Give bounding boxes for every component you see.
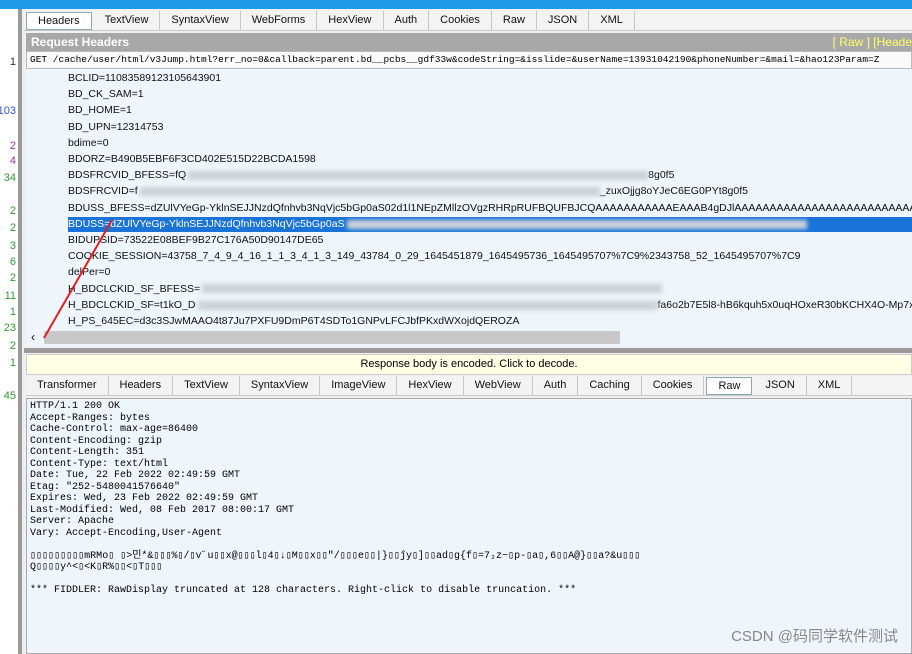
header-row[interactable]: BD_HOME=1: [68, 103, 132, 118]
session-list-gutter: 1 103 2 4 34 2 2 3 6 2 11 1 23 2 1 45: [0, 9, 22, 654]
header-text: COOKIE_SESSION=43758_7_4_9_4_16_1_1_3_4_…: [68, 250, 801, 263]
gutter-number: 34: [3, 172, 16, 184]
header-row[interactable]: BDUSS=dZUlVYeGp-YklnSEJJNzdQfnhvb3NqVjc5…: [68, 216, 912, 232]
header-text: delPer=0: [68, 266, 111, 279]
header-row[interactable]: BDSFRCVID_BFESS=fQ 8g0f5: [68, 168, 674, 183]
response-tabs: Transformer Headers TextView SyntaxView Imag…: [26, 376, 912, 396]
gutter-number: 103: [0, 105, 16, 117]
gutter-number: 11: [4, 290, 16, 302]
header-text-tail: 8g0f5: [648, 169, 675, 182]
header-text-tail: _zuxOjjg8oYJeC6EG0PYt8g0f5: [599, 185, 748, 198]
tab-webview[interactable]: WebView: [464, 376, 533, 395]
gutter-number: 2: [9, 205, 16, 217]
tab-cookies[interactable]: Cookies: [429, 11, 492, 30]
header-row[interactable]: BDUSS_BFESS=dZUlVYeGp-YklnSEJJNzdQfnhvb3…: [68, 201, 912, 216]
redacted-region: [139, 187, 600, 197]
tab-transformer[interactable]: Transformer: [26, 376, 109, 395]
header-text: H_PS_645EC=d3c3SJwMAAO4t87Ju7PXFU9DmP6T4…: [68, 315, 520, 327]
header-text-tail: fa6o2b7E5l8-hB6kquh5x0uqHOxeR30bKCHX4O-M…: [657, 298, 912, 311]
pane-splitter[interactable]: [24, 348, 912, 353]
tab-auth[interactable]: Auth: [384, 11, 430, 30]
header-text: BDUSS=dZUlVYeGp-YklnSEJJNzdQfnhvb3NqVjc5…: [68, 217, 345, 230]
header-list: BCLID=11083589123105643901 BD_CK_SAM=1 BD_…: [26, 69, 912, 331]
header-text: BD_CK_SAM=1: [68, 88, 144, 101]
header-text: BDSFRCVID_BFESS=fQ: [68, 169, 187, 182]
header-text: BD_UPN=12314753: [68, 120, 164, 133]
gutter-number: 2: [9, 140, 16, 152]
header-row[interactable]: BDORZ=B490B5EBF6F3CD402E515D22BCDA1598: [68, 152, 316, 167]
tab-auth[interactable]: Auth: [533, 376, 579, 395]
tab-raw[interactable]: Raw: [706, 377, 753, 395]
redacted-region: [346, 219, 807, 229]
tab-cookies[interactable]: Cookies: [642, 376, 705, 395]
gutter-number: 3: [9, 240, 16, 252]
header-text: H_BDCLCKID_SF_BFESS=: [68, 282, 201, 295]
request-line: GET /cache/user/html/v3Jump.html?err_no=…: [26, 51, 912, 69]
request-headers-bar: Request Headers [ Raw ] [Heade: [26, 33, 912, 51]
header-text: BDSFRCVID=f: [68, 185, 138, 198]
request-tabs: Headers TextView SyntaxView WebForms HexView…: [24, 11, 912, 31]
tab-xml[interactable]: XML: [589, 11, 635, 30]
watermark: CSDN @码同学软件测试: [731, 628, 898, 645]
gutter-number: 1: [9, 306, 16, 318]
header-text: BDORZ=B490B5EBF6F3CD402E515D22BCDA1598: [68, 153, 316, 165]
header-text: H_BDCLCKID_SF=t1kO_D: [68, 298, 196, 311]
tab-xml[interactable]: XML: [807, 376, 853, 395]
header-text: BD_HOME=1: [68, 104, 132, 117]
tab-hexview[interactable]: HexView: [397, 376, 464, 395]
request-headers-title: Request Headers: [31, 35, 130, 49]
tab-json[interactable]: JSON: [537, 11, 590, 30]
header-text: BDUSS_BFESS=dZUlVYeGp-YklnSEJJNzdQfnhvb3…: [68, 201, 912, 214]
header-row[interactable]: BCLID=11083589123105643901: [68, 71, 221, 86]
header-row[interactable]: H_BDCLCKID_SF=t1kO_D fa6o2b7E5l8-hB6kquh5…: [68, 298, 912, 313]
redacted-region: [202, 284, 663, 294]
gutter-number: 1: [9, 357, 16, 369]
header-row[interactable]: bdime=0: [68, 136, 109, 151]
scroll-left-icon[interactable]: ‹: [31, 330, 35, 344]
redacted-region: [188, 170, 649, 180]
header-text: BCLID=11083589123105643901: [68, 72, 222, 84]
gutter-number: 23: [3, 322, 16, 334]
tab-json[interactable]: JSON: [754, 376, 807, 395]
header-text: BIDUPSID=73522E08BEF9B27C176A50D90147DE6…: [68, 234, 324, 246]
gutter-number: 2: [9, 222, 16, 234]
tab-headers[interactable]: Headers: [26, 12, 92, 30]
response-raw-text: HTTP/1.1 200 OK Accept-Ranges: bytes Cac…: [26, 398, 912, 654]
redacted-region: [197, 300, 658, 310]
gutter-number: 2: [9, 272, 16, 284]
tab-raw[interactable]: Raw: [492, 11, 537, 30]
window-title-bar: [0, 0, 912, 9]
header-row[interactable]: BIDUPSID=73522E08BEF9B27C176A50D90147DE6…: [68, 233, 323, 248]
decode-notice[interactable]: Response body is encoded. Click to decod…: [26, 354, 912, 375]
header-row[interactable]: BD_UPN=12314753: [68, 120, 163, 135]
gutter-number: 6: [9, 256, 16, 268]
tab-hexview[interactable]: HexView: [317, 11, 384, 30]
header-row[interactable]: H_PS_645EC=d3c3SJwMAAO4t87Ju7PXFU9DmP6T4…: [68, 314, 519, 329]
tab-imageview[interactable]: ImageView: [320, 376, 398, 395]
tab-headers[interactable]: Headers: [109, 376, 174, 395]
header-text: bdime=0: [68, 136, 109, 149]
header-row[interactable]: BD_CK_SAM=1: [68, 87, 144, 102]
header-row[interactable]: BDSFRCVID=f _zuxOjjg8oYJeC6EG0PYt8g0f5: [68, 184, 748, 199]
header-row[interactable]: delPer=0: [68, 265, 110, 280]
gutter-number: 2: [9, 340, 16, 352]
gutter-number: 1: [9, 56, 16, 68]
header-row[interactable]: H_BDCLCKID_SF_BFESS=: [68, 282, 663, 297]
tab-caching[interactable]: Caching: [578, 376, 642, 395]
scrollbar-thumb[interactable]: [44, 331, 620, 344]
tab-syntaxview[interactable]: SyntaxView: [160, 11, 241, 30]
tab-textview[interactable]: TextView: [173, 376, 240, 395]
raw-header-links[interactable]: [ Raw ] [Heade: [833, 33, 912, 51]
tab-syntaxview[interactable]: SyntaxView: [240, 376, 321, 395]
header-row[interactable]: COOKIE_SESSION=43758_7_4_9_4_16_1_1_3_4_…: [68, 249, 800, 264]
gutter-number: 45: [3, 390, 16, 402]
horizontal-scrollbar[interactable]: ‹: [26, 330, 912, 346]
tab-webforms[interactable]: WebForms: [241, 11, 318, 30]
tab-textview[interactable]: TextView: [94, 11, 161, 30]
gutter-number: 4: [9, 155, 16, 167]
